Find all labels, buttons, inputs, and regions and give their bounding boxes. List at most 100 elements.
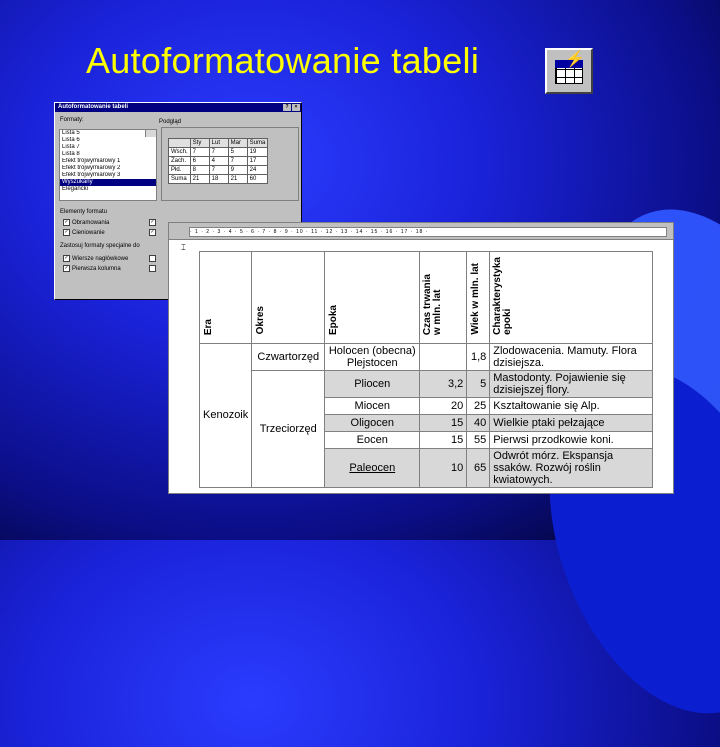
format-list-item[interactable]: Efekt trójwymiarowy 2 (60, 165, 156, 172)
document-page: · 1 · 2 · 3 · 4 · 5 · 6 · 7 · 8 · 9 · 10… (168, 222, 674, 494)
preview-cell: 5 (227, 147, 248, 157)
check-first-column[interactable]: ✓ Pierwsza kolumna (63, 265, 121, 272)
format-list-item[interactable]: Lista 5 (60, 130, 156, 137)
dialog-title: Autoformatowanie tabeli (58, 104, 129, 110)
format-list-item[interactable]: Efekt trójwymiarowy 1 (60, 158, 156, 165)
check-label: Wiersze nagłówkowe (72, 256, 129, 263)
epoch-cell: Paleocen (324, 447, 421, 488)
preview-cell: 18 (208, 174, 229, 184)
format-list-item[interactable]: Lista 6 (60, 137, 156, 144)
header-duration: Czas trwania w mln. lat (422, 273, 444, 335)
preview-cell: 7 (227, 156, 248, 166)
preview-cell: Mar (227, 138, 248, 148)
epoch-cell: Holocen (obecna) Plejstocen (324, 342, 421, 371)
header-epoch: Epoka (328, 304, 340, 335)
preview-cell: Suma (168, 174, 191, 184)
close-button[interactable]: × (292, 104, 300, 111)
ruler: · 1 · 2 · 3 · 4 · 5 · 6 · 7 · 8 · 9 · 10… (169, 223, 673, 240)
preview-cell (168, 138, 191, 148)
preview-cell: 21 (189, 174, 210, 184)
preview-row: Wsch. 7 7 5 19 (168, 147, 269, 157)
preview-label: Podgląd (159, 119, 182, 125)
checkbox[interactable]: ✓ (149, 219, 156, 226)
preview-cell: 17 (246, 156, 269, 166)
checkbox[interactable]: ✓ (63, 255, 70, 262)
preview-cell: 4 (208, 156, 229, 166)
check-extra-3[interactable] (149, 255, 158, 262)
preview-cell: 7 (208, 147, 229, 157)
period-cell: Trzeciorzęd (251, 369, 326, 488)
help-button[interactable]: ? (283, 104, 291, 111)
description-cell: Wielkie ptaki pełzające (489, 413, 654, 432)
preview-row: Płd. 8 7 9 24 (168, 165, 269, 175)
header-description: Charakterystyka epoki (492, 257, 514, 335)
lightning-icon: ⚡ (565, 51, 585, 68)
formats-scrollbar[interactable] (145, 130, 156, 137)
format-list-item[interactable]: Efekt trójwymiarowy 3 (60, 172, 156, 179)
period-cell: Czwartorzęd (251, 342, 326, 371)
duration-cell: 15 (419, 430, 468, 449)
preview-cell: 7 (189, 147, 210, 157)
preview-cell: 6 (189, 156, 210, 166)
duration-cell: 3,2 (419, 369, 468, 398)
check-extra-1[interactable]: ✓ (149, 219, 158, 226)
checkbox[interactable] (149, 265, 156, 272)
epoch-cell: Miocen (324, 396, 421, 415)
checkbox[interactable]: ✓ (63, 265, 70, 272)
preview-cell: 60 (246, 174, 269, 184)
formats-label: Formaty: (60, 117, 84, 123)
ruler-scale: · 1 · 2 · 3 · 4 · 5 · 6 · 7 · 8 · 9 · 10… (189, 227, 667, 237)
slide-title: Autoformatowanie tabeli (86, 40, 480, 81)
preview-cell: 24 (246, 165, 269, 175)
check-header-rows[interactable]: ✓ Wiersze nagłówkowe (63, 255, 128, 262)
age-cell: 1,8 (466, 342, 491, 371)
check-label: Obramowania (72, 220, 110, 227)
format-list-item[interactable]: Lista 8 (60, 151, 156, 158)
description-cell: Mastodonty. Pojawienie się dzisiejszej f… (489, 369, 654, 398)
era-cell: Kenozoik (198, 342, 253, 488)
geology-table: Era Okres Epoka Czas trwania w mln. lat … (198, 251, 654, 488)
format-list-item[interactable]: Lista 7 (60, 144, 156, 151)
checkbox[interactable] (149, 255, 156, 262)
preview-cell: Wsch. (168, 147, 191, 157)
preview-cell: 9 (227, 165, 248, 175)
check-extra-2[interactable]: ✓ (149, 229, 158, 236)
epoch-cell: Eocen (324, 430, 421, 449)
checkbox[interactable]: ✓ (63, 229, 70, 236)
preview-cell: 8 (189, 165, 210, 175)
format-list-item[interactable]: Elegancki (60, 186, 156, 193)
duration-cell (419, 342, 468, 371)
preview-row: Sty Lut Mar Suma (168, 138, 269, 148)
age-cell: 40 (466, 413, 491, 432)
preview-cell: Płd. (168, 165, 191, 175)
epoch-cell: Pliocen (324, 369, 421, 398)
table-autoformat-button[interactable]: ⚡ (545, 48, 593, 94)
duration-cell: 20 (419, 396, 468, 415)
duration-cell: 15 (419, 413, 468, 432)
preview-cell: Lut (208, 138, 229, 148)
description-cell: Kształtowanie się Alp. (489, 396, 654, 415)
checkbox[interactable]: ✓ (149, 229, 156, 236)
preview-cell: 19 (246, 147, 269, 157)
preview-cell: Zach. (168, 156, 191, 166)
table-move-handle-icon[interactable]: ⌶ (181, 243, 186, 253)
apply-special-label: Zastosuj formaty specjalne do (60, 243, 140, 249)
check-borders[interactable]: ✓ Obramowania (63, 219, 109, 226)
preview-row: Zach. 6 4 7 17 (168, 156, 269, 166)
age-cell: 55 (466, 430, 491, 449)
check-extra-4[interactable] (149, 265, 158, 272)
check-label: Cieniowanie (72, 230, 105, 237)
duration-cell: 10 (419, 447, 468, 488)
checkbox[interactable]: ✓ (63, 219, 70, 226)
dialog-titlebar: Autoformatowanie tabeli ? × (55, 103, 301, 112)
table-row: Kenozoik Czwartorzęd Holocen (obecna) Pl… (198, 342, 654, 488)
age-cell: 65 (466, 447, 491, 488)
format-list-item[interactable]: Wyszukany (60, 179, 156, 186)
epoch-cell: Oligocen (324, 413, 421, 432)
table-row: Trzeciorzęd Pliocen 3,2 5 Mastodonty. Po… (199, 369, 654, 488)
preview-row: Suma 21 18 21 60 (168, 174, 269, 184)
preview-table: Sty Lut Mar Suma Wsch. 7 7 5 19 Zach. 6 4 7 17 Płd. 8 7 9… (168, 138, 269, 184)
check-shading[interactable]: ✓ Cieniowanie (63, 229, 105, 236)
description-cell: Pierwsi przodkowie koni. (489, 430, 654, 449)
formats-list[interactable]: Lista 5 Lista 6 Lista 7 Lista 8 Efekt trójwy… (59, 129, 157, 201)
